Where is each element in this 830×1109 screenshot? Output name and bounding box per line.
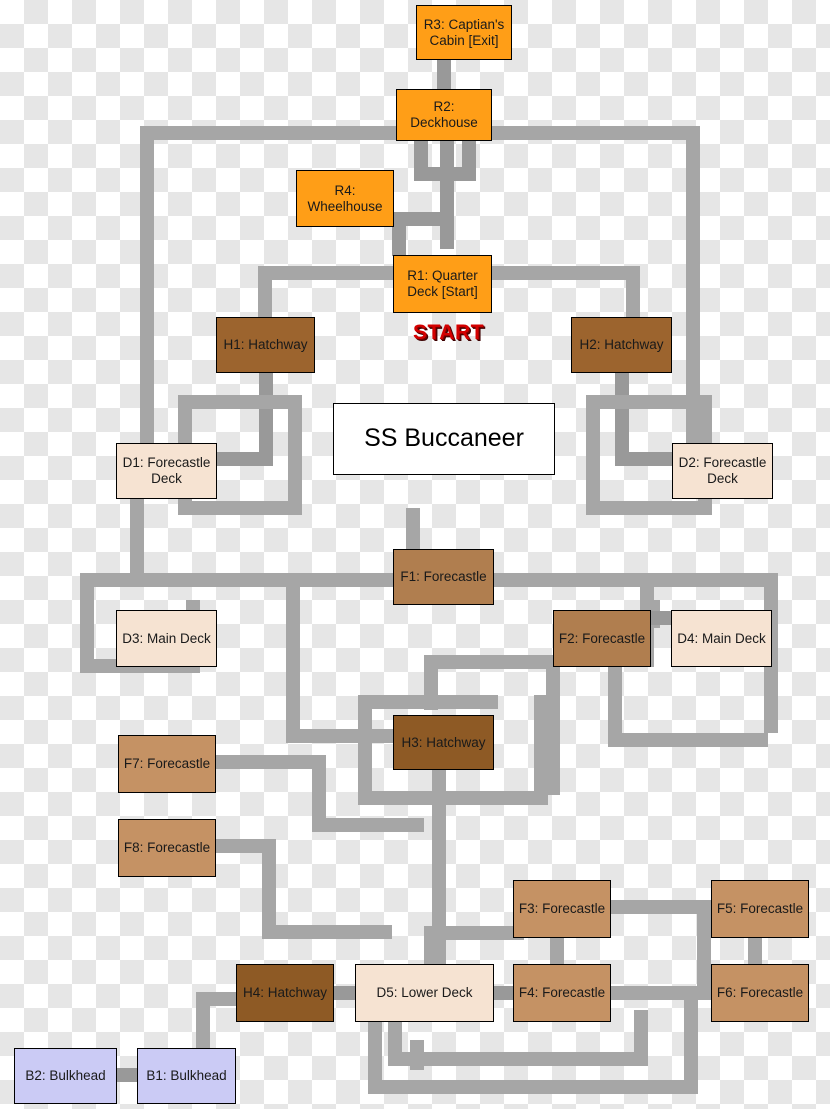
connector-segment	[368, 1080, 698, 1094]
room-node-f4[interactable]: F4: Forecastle	[513, 964, 611, 1022]
connector-segment	[259, 370, 273, 460]
room-node-f1[interactable]: F1: Forecastle	[393, 549, 494, 605]
connector-segment	[115, 1068, 139, 1082]
connector-segment	[491, 986, 515, 1000]
connector-segment	[288, 395, 302, 515]
connector-segment	[488, 573, 778, 587]
connector-segment	[80, 573, 94, 673]
connector-segment	[258, 266, 398, 280]
connector-segment	[286, 729, 406, 743]
room-node-r4[interactable]: R4: Wheelhouse	[296, 170, 394, 227]
connector-segment	[140, 126, 154, 456]
connector-segment	[262, 925, 392, 939]
connector-segment	[546, 655, 560, 795]
connector-segment	[392, 212, 406, 256]
connector-segment	[490, 266, 640, 280]
room-node-f8[interactable]: F8: Forecastle	[118, 819, 216, 877]
room-node-h4[interactable]: H4: Hatchway	[236, 964, 334, 1022]
ship-title-box: SS Buccaneer	[333, 403, 555, 475]
connector-segment	[286, 573, 300, 743]
room-node-h2[interactable]: H2: Hatchway	[571, 317, 672, 373]
connector-segment	[626, 266, 640, 322]
room-node-d1[interactable]: D1: Forecastle Deck	[116, 443, 217, 499]
room-node-h3[interactable]: H3: Hatchway	[393, 715, 494, 770]
connector-segment	[586, 395, 712, 409]
room-node-d5[interactable]: D5: Lower Deck	[355, 964, 494, 1022]
connector-segment	[440, 139, 454, 249]
connector-segment	[586, 501, 712, 515]
connector-segment	[611, 986, 711, 1000]
room-node-d3[interactable]: D3: Main Deck	[116, 610, 217, 667]
connector-segment	[586, 395, 600, 515]
room-node-f7[interactable]: F7: Forecastle	[118, 735, 216, 793]
connector-segment	[462, 139, 476, 181]
connector-segment	[697, 900, 711, 1000]
connector-segment	[358, 695, 372, 805]
connector-segment	[684, 1000, 698, 1094]
room-node-r2[interactable]: R2: Deckhouse	[396, 89, 492, 141]
room-node-b1[interactable]: B1: Bulkhead	[137, 1048, 236, 1104]
start-marker-label: START	[413, 321, 484, 344]
room-node-d4[interactable]: D4: Main Deck	[671, 610, 772, 667]
room-node-b2[interactable]: B2: Bulkhead	[14, 1048, 117, 1104]
connector-segment	[634, 1010, 648, 1066]
connector-segment	[262, 839, 276, 939]
room-node-r1[interactable]: R1: Quarter Deck [Start]	[393, 255, 492, 313]
connector-segment	[358, 791, 548, 805]
connector-segment	[608, 733, 768, 747]
ship-map-diagram: R3: Captian's Cabin [Exit] R2: Deckhouse R…	[0, 0, 830, 1109]
connector-segment	[611, 900, 711, 914]
room-node-f3[interactable]: F3: Forecastle	[513, 880, 611, 938]
connector-segment	[437, 58, 451, 92]
connector-segment	[424, 655, 438, 710]
connector-segment	[215, 452, 273, 466]
connector-segment	[388, 1052, 648, 1066]
connector-segment	[615, 370, 629, 460]
connector-segment	[178, 395, 302, 409]
room-node-f6[interactable]: F6: Forecastle	[711, 964, 809, 1022]
room-node-f5[interactable]: F5: Forecastle	[711, 880, 809, 938]
connector-segment	[80, 573, 300, 587]
connector-segment	[258, 266, 272, 322]
room-node-d2[interactable]: D2: Forecastle Deck	[672, 443, 773, 499]
connector-segment	[178, 501, 302, 515]
room-node-h1[interactable]: H1: Hatchway	[216, 317, 315, 373]
connector-segment	[216, 755, 326, 769]
connector-segment	[410, 1040, 424, 1070]
connector-segment	[550, 938, 564, 966]
connector-segment	[424, 926, 524, 940]
connector-segment	[424, 655, 560, 669]
room-node-r3[interactable]: R3: Captian's Cabin [Exit]	[416, 5, 512, 60]
connector-segment	[312, 818, 424, 832]
room-node-f2[interactable]: F2: Forecastle	[553, 610, 651, 667]
connector-segment	[615, 452, 675, 466]
